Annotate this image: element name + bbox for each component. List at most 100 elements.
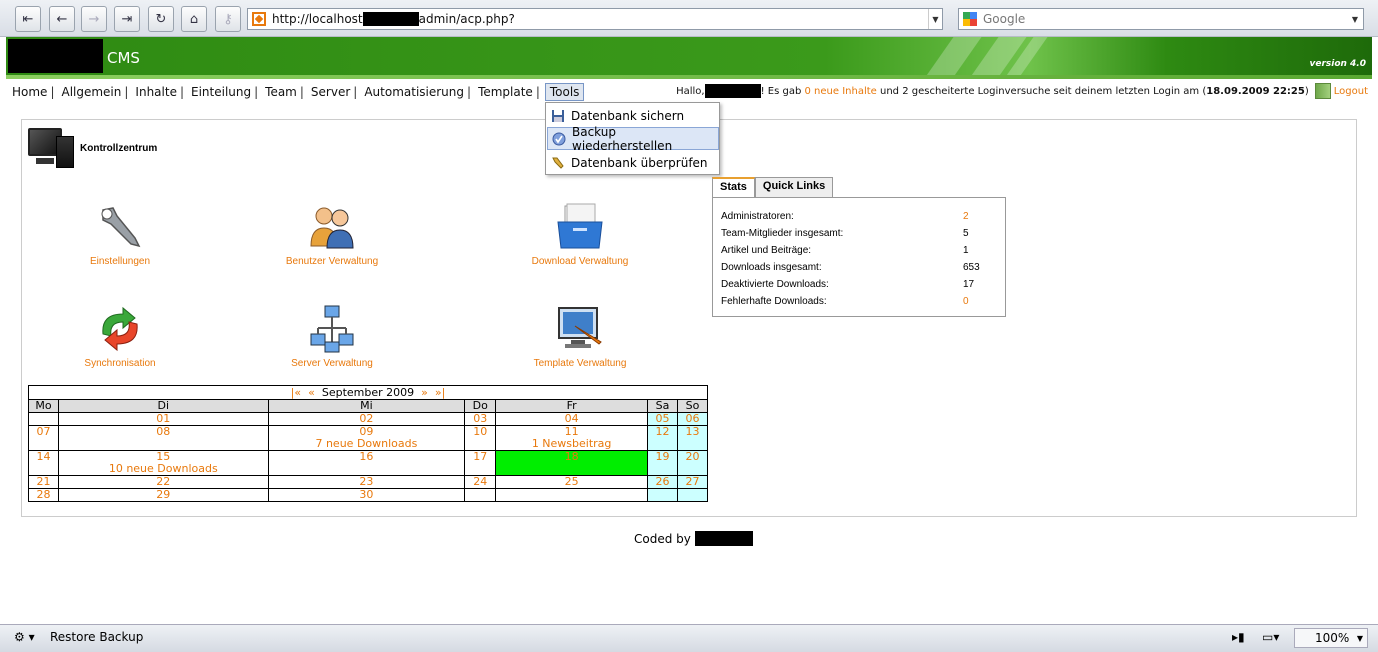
tile-benutzer-verwaltung[interactable]: Benutzer Verwaltung [257, 202, 407, 267]
url-bar[interactable]: http://localhost admin/acp.php? ▼ [247, 8, 943, 30]
calendar-day-cell[interactable]: 20 [676, 450, 709, 476]
calendar-event-link[interactable]: 1 Newsbeitrag [498, 438, 645, 450]
logout-link[interactable]: Logout [1334, 86, 1368, 97]
calendar-day-number[interactable]: 24 [467, 476, 493, 488]
calendar-day-number[interactable]: 28 [31, 489, 56, 501]
stat-value-link[interactable]: 0 [963, 296, 969, 307]
calendar-day-cell[interactable]: 04 [495, 412, 649, 426]
menu-item-backup-wiederherstellen[interactable]: Backup wiederherstellen [547, 125, 719, 153]
calendar-day-number[interactable]: 08 [61, 426, 266, 438]
calendar-day-number[interactable]: 22 [61, 476, 266, 488]
home-icon[interactable]: ⌂ [181, 6, 207, 32]
nav-team[interactable]: Team [259, 85, 299, 99]
calendar-day-number[interactable]: 26 [650, 476, 675, 488]
tile-download-verwaltung[interactable]: Download Verwaltung [505, 202, 655, 267]
nav-home[interactable]: Home [6, 85, 49, 99]
back-icon[interactable]: ← [49, 6, 75, 32]
search-bar[interactable]: Google ▼ [958, 8, 1364, 30]
nav-server[interactable]: Server [305, 85, 352, 99]
calendar-day-number[interactable]: 23 [271, 476, 463, 488]
nav-template[interactable]: Template [472, 85, 535, 99]
calendar-day-number[interactable]: 06 [680, 413, 705, 425]
menu-item-datenbank-ueberpruefen[interactable]: Datenbank überprüfen [547, 151, 719, 174]
calendar-day-cell[interactable]: 13 [676, 425, 709, 451]
calendar-day-number[interactable]: 20 [680, 451, 705, 463]
screen-icon[interactable]: ▭▾ [1262, 630, 1279, 644]
calendar-day-number[interactable]: 21 [31, 476, 56, 488]
calendar-day-cell[interactable]: 17 [464, 450, 497, 476]
calendar-day-cell[interactable]: 14 [28, 450, 59, 476]
calendar-day-number[interactable]: 14 [31, 451, 56, 463]
calendar-day-cell[interactable]: 21 [28, 475, 59, 489]
nav-automatisierung[interactable]: Automatisierung [358, 85, 466, 99]
stat-value-link[interactable]: 2 [963, 211, 969, 222]
calendar-day-number[interactable]: 17 [467, 451, 493, 463]
calendar-day-cell[interactable]: 23 [267, 475, 466, 489]
calendar-last-link[interactable]: »| [435, 386, 445, 399]
nav-allgemein[interactable]: Allgemein [55, 85, 123, 99]
calendar-event-link[interactable]: 10 neue Downloads [61, 463, 266, 475]
calendar-day-cell[interactable]: 03 [464, 412, 497, 426]
nav-tools[interactable]: Tools [544, 83, 585, 101]
calendar-day-cell[interactable]: 07 [28, 425, 59, 451]
zoom-dropdown-icon[interactable]: ▼ [1357, 634, 1363, 643]
calendar-day-cell[interactable]: 02 [267, 412, 466, 426]
tile-template-verwaltung[interactable]: Template Verwaltung [505, 304, 655, 369]
calendar-day-cell[interactable]: 19 [647, 450, 678, 476]
calendar-day-cell[interactable]: 22 [57, 475, 269, 489]
calendar-prev-link[interactable]: « [308, 386, 315, 399]
view-mode-icon[interactable]: ▸▮ [1232, 630, 1245, 644]
search-dropdown-icon[interactable]: ▼ [1347, 9, 1363, 29]
calendar-day-cell[interactable]: 29 [57, 488, 269, 502]
calendar-day-number[interactable]: 03 [467, 413, 493, 425]
calendar-day-number[interactable]: 13 [680, 426, 705, 438]
last-page-icon[interactable]: ⇥ [114, 6, 140, 32]
calendar-event-link[interactable]: 7 neue Downloads [271, 438, 463, 450]
calendar-day-number[interactable]: 16 [271, 451, 463, 463]
calendar-day-cell[interactable]: 01 [57, 412, 269, 426]
calendar-day-cell[interactable]: 08 [57, 425, 269, 451]
calendar-day-number[interactable]: 30 [271, 489, 463, 501]
calendar-day-cell[interactable]: 10 [464, 425, 497, 451]
calendar-day-number[interactable]: 27 [680, 476, 705, 488]
calendar-day-cell[interactable]: 15 10 neue Downloads [57, 450, 269, 476]
calendar-day-cell[interactable]: 06 [676, 412, 709, 426]
calendar-day-number[interactable]: 18 [498, 451, 645, 463]
calendar-day-cell[interactable]: 16 [267, 450, 466, 476]
calendar-day-number[interactable]: 12 [650, 426, 675, 438]
calendar-day-cell[interactable]: 11 1 Newsbeitrag [495, 425, 649, 451]
tab-quick-links[interactable]: Quick Links [754, 177, 834, 197]
new-content-link[interactable]: 0 neue Inhalte [805, 86, 877, 97]
first-page-icon[interactable]: ⇤ [15, 6, 41, 32]
tile-server-verwaltung[interactable]: Server Verwaltung [257, 304, 407, 369]
calendar-day-cell[interactable]: 25 [495, 475, 649, 489]
logout-icon[interactable] [1314, 83, 1331, 99]
nav-inhalte[interactable]: Inhalte [129, 85, 179, 99]
calendar-day-number[interactable]: 25 [498, 476, 645, 488]
reload-icon[interactable]: ↻ [148, 6, 174, 32]
calendar-next-link[interactable]: » [421, 386, 428, 399]
calendar-day-cell[interactable]: 09 7 neue Downloads [267, 425, 466, 451]
calendar-day-cell[interactable]: 18 [495, 450, 649, 476]
calendar-day-cell[interactable]: 28 [28, 488, 59, 502]
key-icon[interactable]: ⚷ [215, 6, 241, 32]
tile-einstellungen[interactable]: Einstellungen [45, 202, 195, 267]
calendar-day-number[interactable]: 01 [61, 413, 266, 425]
forward-icon[interactable]: → [81, 6, 107, 32]
url-dropdown-icon[interactable]: ▼ [928, 9, 942, 29]
addon-icon[interactable]: ⚙ ▾ [14, 630, 35, 644]
calendar-day-number[interactable]: 29 [61, 489, 266, 501]
calendar-day-number[interactable]: 10 [467, 426, 493, 438]
calendar-day-cell[interactable]: 30 [267, 488, 466, 502]
calendar-day-number[interactable]: 02 [271, 413, 463, 425]
tile-synchronisation[interactable]: Synchronisation [45, 304, 195, 369]
calendar-day-cell[interactable]: 24 [464, 475, 497, 489]
calendar-day-cell[interactable]: 26 [647, 475, 678, 489]
tab-stats[interactable]: Stats [712, 177, 755, 198]
calendar-day-number[interactable]: 05 [650, 413, 675, 425]
calendar-day-number[interactable]: 19 [650, 451, 675, 463]
calendar-day-number[interactable]: 04 [498, 413, 645, 425]
calendar-day-cell[interactable]: 12 [647, 425, 678, 451]
zoom-control[interactable]: 100% ▼ [1294, 628, 1368, 648]
calendar-day-cell[interactable]: 27 [676, 475, 709, 489]
